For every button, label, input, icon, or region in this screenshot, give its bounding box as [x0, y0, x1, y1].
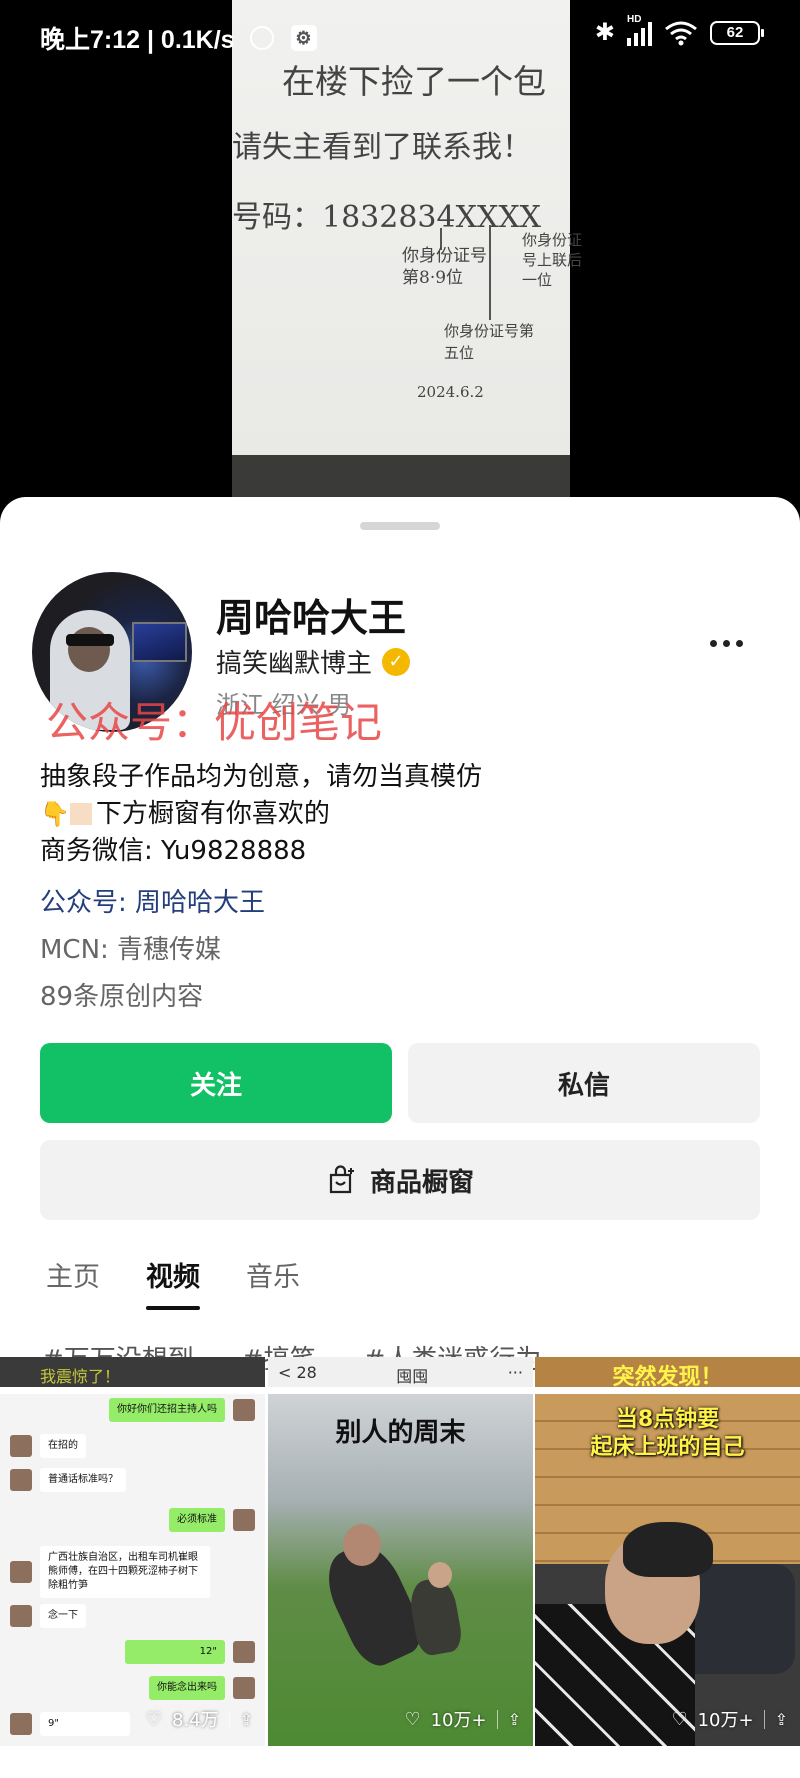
video-thumbnail-peek[interactable]: 突然发现！ [535, 1357, 800, 1387]
pin-icon: ⇪ [228, 1709, 253, 1729]
follow-button[interactable]: 关注 [40, 1043, 392, 1123]
video-stats: ♡ 10万+ ⇪ [404, 1706, 521, 1732]
profile-mcn: MCN: 青穗传媒 [40, 935, 222, 965]
bluetooth-icon: ✱ [594, 19, 615, 46]
chat-bubble: 念一下 [40, 1604, 86, 1628]
pin-icon: ⇪ [763, 1709, 788, 1729]
note-line-2: 请失主看到了联系我！ [232, 130, 532, 165]
heart-icon: ♡ [404, 1708, 421, 1730]
video-thumbnail-peek[interactable]: 我震惊了！ [0, 1357, 265, 1387]
chat-bubble: 必须标准 [169, 1508, 225, 1532]
peek-title: 我震惊了！ [40, 1367, 121, 1386]
status-bar: 晚上7:12 | 0.1K/s ⚙ ✱ HD 62 [0, 0, 800, 72]
official-account-link[interactable]: 公众号: 周哈哈大王 [40, 882, 265, 919]
bio-line-1: 抽象段子作品均为创意，请勿当真模仿 [40, 762, 483, 792]
skin-tone-icon [69, 803, 92, 825]
status-time: 晚上7:12 | 0.1K/s [40, 26, 235, 54]
like-count: 10万+ [430, 1710, 487, 1731]
video-player[interactable]: 在楼下捡了一个包 请失主看到了联系我！ 号码：1832834XXXX 你身份证号… [0, 0, 800, 505]
note-date: 2024.6.2 [417, 383, 484, 401]
heart-icon: ♡ [671, 1708, 688, 1730]
note-id-tail: 你身份证号上联后一位 [522, 231, 583, 289]
video-thumbnail[interactable]: 你好你们还招主持人吗 在招的 普通话标准吗？ 必须标准 广西壮族自治区，出租车司… [0, 1394, 265, 1746]
video-title-line: 起床上班的自己 [590, 1435, 745, 1460]
alarm-icon [249, 26, 274, 50]
tab-home[interactable]: 主页 [46, 1255, 100, 1310]
chat-bubble: 9" [40, 1712, 130, 1736]
video-grid: 你好你们还招主持人吗 在招的 普通话标准吗？ 必须标准 广西壮族自治区，出租车司… [0, 1394, 800, 1778]
gear-icon: ⚙ [290, 25, 317, 51]
chat-bubble: 12" [125, 1640, 225, 1664]
signal-icon: HD [627, 14, 652, 46]
shop-window-button[interactable]: 商品橱窗 [40, 1140, 760, 1220]
status-right: ✱ HD 62 [594, 14, 764, 47]
video-thumbnail[interactable]: 当8点钟要 起床上班的自己 ♡ 10万+ ⇪ [535, 1394, 800, 1746]
more-options-button[interactable] [706, 633, 746, 653]
status-left: 晚上7:12 | 0.1K/s ⚙ [40, 20, 317, 56]
like-count: 10万+ [697, 1710, 754, 1731]
wifi-icon [665, 21, 697, 45]
note-id-digits: 你身份证号第8·9位 [402, 246, 487, 288]
battery-icon: 62 [710, 20, 764, 45]
video-thumbnail-peek[interactable]: < 28 囤囤 ··· [268, 1357, 533, 1387]
hd-label: HD [627, 13, 642, 25]
profile-bio: 抽象段子作品均为创意，请勿当真模仿 👇 下方橱窗有你喜欢的 商务微信: Yu982… [40, 759, 482, 870]
bio-line-2-text: 下方橱窗有你喜欢的 [95, 799, 330, 829]
profile-name: 周哈哈大王 [216, 596, 407, 640]
profile-tag-label: 搞笑幽默博主 [216, 649, 373, 679]
video-stats: ♡ 10万+ ⇪ [671, 1706, 788, 1732]
sheet-handle[interactable] [360, 522, 440, 530]
chat-bubble: 你好你们还招主持人吗 [109, 1398, 225, 1422]
shopping-bag-icon [329, 1165, 354, 1194]
message-button[interactable]: 私信 [408, 1043, 760, 1123]
video-title: 当8点钟要 起床上班的自己 [535, 1406, 800, 1462]
note-line-3: 号码：1832834XXXX [232, 200, 542, 235]
profile-tabs: 主页 视频 音乐 [46, 1255, 300, 1310]
watermark: 公众号：优创笔记 [46, 698, 383, 747]
peek-back: < 28 [278, 1363, 317, 1382]
like-count: 8.4万 [171, 1710, 219, 1731]
video-title: 别人的周末 [335, 1418, 466, 1448]
verified-icon: ✓ [382, 647, 411, 676]
video-thumbnail[interactable]: 别人的周末 ♡ 10万+ ⇪ [268, 1394, 533, 1746]
shop-window-label: 商品橱窗 [369, 1167, 474, 1198]
peek-more: ··· [507, 1363, 523, 1382]
point-down-icon: 👇 [40, 800, 70, 828]
profile-sheet: 周哈哈大王 搞笑幽默博主 ✓ 浙江 绍兴 男 公众号：优创笔记 抽象段子作品均为… [0, 497, 800, 1778]
content-count: 89条原创内容 [40, 982, 204, 1012]
pin-icon: ⇪ [496, 1709, 521, 1729]
profile-tag: 搞笑幽默博主 ✓ [216, 643, 411, 680]
bio-line-3: 商务微信: Yu9828888 [40, 836, 307, 866]
chat-bubble: 你能念出来吗 [149, 1676, 225, 1700]
peek-title: 突然发现！ [612, 1365, 723, 1387]
chat-bubble: 广西壮族自治区，出租车司机崔眼熊师傅，在四十四颗死涩柿子树下除粗竹笋 [40, 1546, 210, 1598]
note-id-fifth: 你身份证号第五位 [444, 322, 535, 362]
bio-line-2: 👇 下方橱窗有你喜欢的 [40, 796, 482, 833]
video-stats: ♡ 8.4万 ⇪ [146, 1706, 253, 1732]
video-title-line: 当8点钟要 [615, 1407, 720, 1432]
peek-center: 囤囤 [396, 1367, 429, 1386]
tab-music[interactable]: 音乐 [246, 1255, 300, 1310]
tab-videos[interactable]: 视频 [146, 1255, 200, 1310]
chat-bubble: 在招的 [40, 1434, 86, 1458]
heart-icon: ♡ [145, 1708, 162, 1730]
chat-bubble: 普通话标准吗？ [40, 1468, 126, 1492]
